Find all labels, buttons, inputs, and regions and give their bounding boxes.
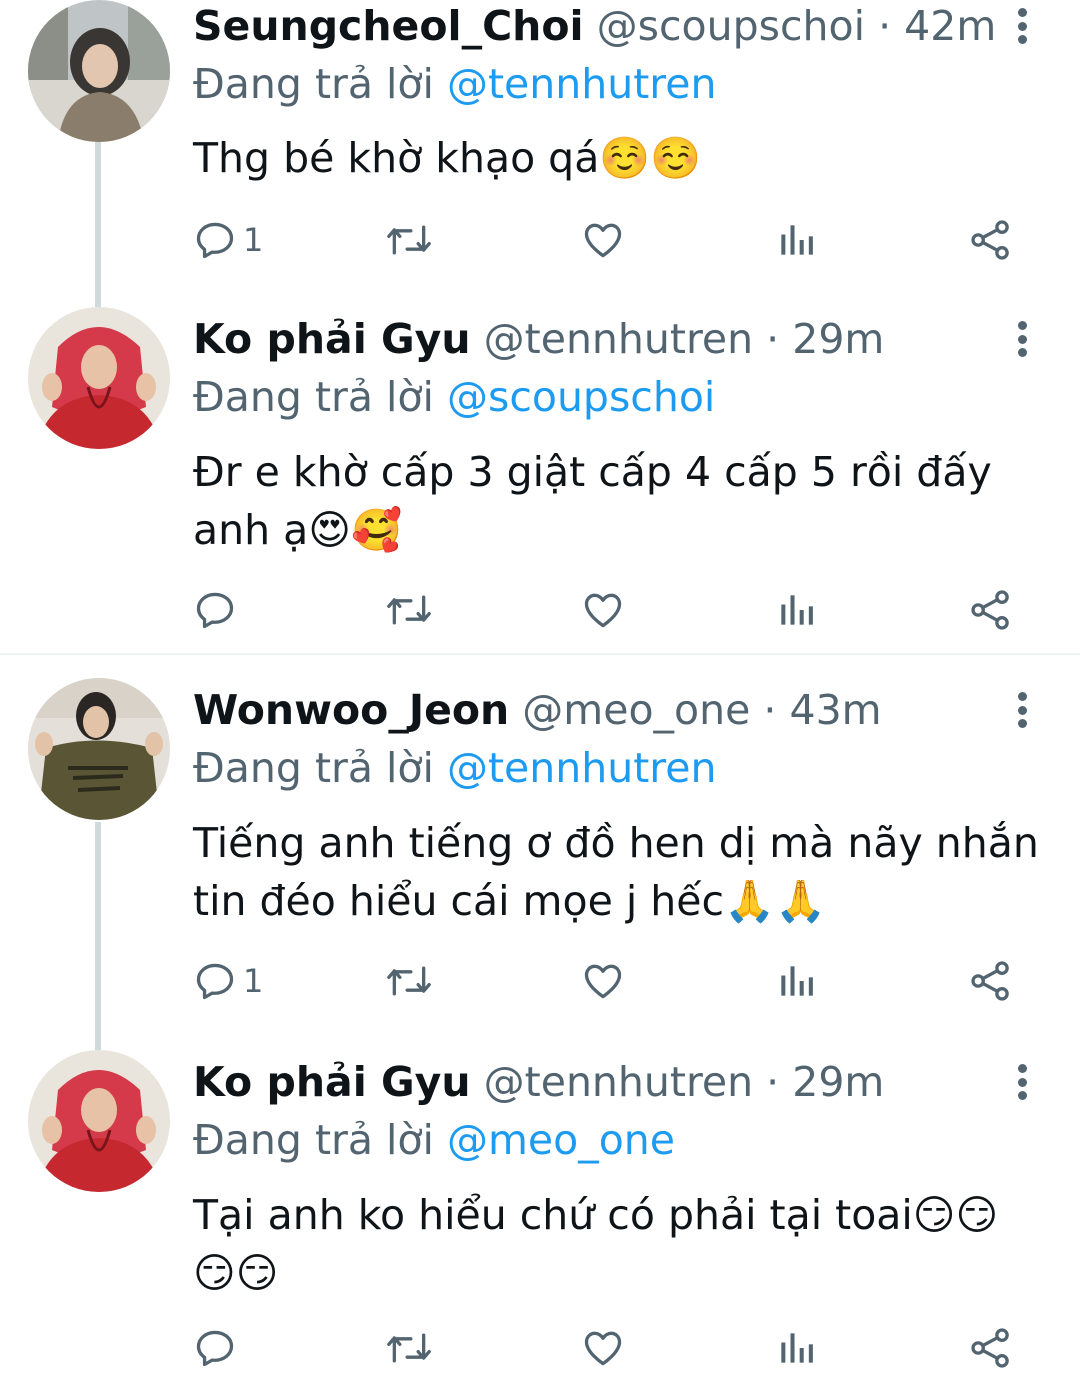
reply-count: 1: [243, 962, 264, 1000]
timestamp[interactable]: 29m: [792, 1058, 884, 1106]
avatar[interactable]: [28, 0, 170, 142]
tweet-text-line: Tại anh ko hiểu chứ có phải tại toai😏😏: [193, 1191, 999, 1239]
like-button[interactable]: [580, 1323, 626, 1373]
tweet-header: Seungcheol_Choi @scoupschoi · 42m: [193, 0, 1000, 52]
reply-count: 1: [243, 221, 264, 259]
tweet-text-line: Tiếng anh tiếng ơ đồ hen dị mà nãy nhắn: [193, 819, 1039, 867]
retweet-icon: [387, 966, 431, 996]
share-button[interactable]: [968, 215, 1014, 265]
reply-icon: [196, 592, 234, 629]
reply-mention-link[interactable]: @scoupschoi: [447, 373, 715, 421]
share-icon: [971, 220, 1009, 260]
reply-mention-link[interactable]: @tennhutren: [447, 60, 716, 108]
thread-divider: [0, 653, 1080, 655]
handle[interactable]: @meo_one: [522, 686, 750, 734]
views-button[interactable]: [774, 956, 818, 1006]
retweet-icon: [387, 595, 431, 625]
tweet-text: Tại anh ko hiểu chứ có phải tại toai😏😏 😏…: [193, 1186, 1043, 1302]
reply-button[interactable]: 1: [193, 956, 263, 1006]
tweet-text: Tiếng anh tiếng ơ đồ hen dị mà nãy nhắn …: [193, 814, 1043, 930]
avatar[interactable]: [28, 307, 170, 449]
reply-prefix: Đang trả lời: [193, 1116, 434, 1164]
reply-mention-link[interactable]: @meo_one: [447, 1116, 675, 1164]
share-button[interactable]: [968, 585, 1014, 635]
timestamp[interactable]: 42m: [904, 2, 996, 50]
reply-button[interactable]: [193, 585, 243, 635]
reply-context: Đang trả lời @scoupschoi: [193, 371, 715, 423]
more-vertical-icon[interactable]: [1005, 4, 1039, 48]
reply-prefix: Đang trả lời: [193, 744, 434, 792]
tweet-text: Đr e khờ cấp 3 giật cấp 4 cấp 5 rồi đấy …: [193, 443, 1043, 559]
views-button[interactable]: [774, 1323, 818, 1373]
tweet-header: Ko phải Gyu @tennhutren · 29m: [193, 313, 1000, 365]
display-name[interactable]: Wonwoo_Jeon: [193, 686, 509, 734]
reply-prefix: Đang trả lời: [193, 373, 434, 421]
views-button[interactable]: [774, 585, 818, 635]
more-vertical-icon[interactable]: [1005, 317, 1039, 361]
tweet-text-line: Đr e khờ cấp 3 giật cấp 4 cấp 5 rồi đấy: [193, 448, 992, 496]
thread-line: [95, 822, 101, 1050]
share-button[interactable]: [968, 956, 1014, 1006]
more-vertical-icon[interactable]: [1005, 1060, 1039, 1104]
reply-icon: [196, 1330, 234, 1367]
display-name[interactable]: Seungcheol_Choi: [193, 2, 584, 50]
tweet-header: Ko phải Gyu @tennhutren · 29m: [193, 1056, 1000, 1108]
separator: ·: [763, 686, 777, 734]
like-button[interactable]: [580, 956, 626, 1006]
avatar[interactable]: [28, 678, 170, 820]
views-icon: [781, 1333, 813, 1363]
handle[interactable]: @tennhutren: [484, 1058, 753, 1106]
retweet-button[interactable]: [385, 956, 433, 1006]
share-icon: [971, 590, 1009, 630]
retweet-button[interactable]: [385, 215, 433, 265]
tweet-text-line: 😏😏: [193, 1249, 279, 1297]
display-name[interactable]: Ko phải Gyu: [193, 315, 471, 363]
tweet-text: Thg bé khờ khạo qá☺️☺️: [193, 129, 1043, 187]
reply-icon: [196, 222, 234, 259]
reply-mention-link[interactable]: @tennhutren: [447, 744, 716, 792]
action-bar: 1: [0, 215, 1080, 265]
views-icon: [781, 966, 813, 996]
tweet-text-line: Thg bé khờ khạo qá☺️☺️: [193, 134, 702, 182]
reply-prefix: Đang trả lời: [193, 60, 434, 108]
separator: ·: [766, 1058, 780, 1106]
handle[interactable]: @tennhutren: [484, 315, 753, 363]
display-name[interactable]: Ko phải Gyu: [193, 1058, 471, 1106]
share-button[interactable]: [968, 1323, 1014, 1373]
retweet-icon: [387, 225, 431, 255]
reply-context: Đang trả lời @tennhutren: [193, 742, 716, 794]
reply-button[interactable]: 1: [193, 215, 263, 265]
like-button[interactable]: [580, 215, 626, 265]
separator: ·: [878, 2, 892, 50]
heart-icon: [584, 1331, 622, 1366]
views-icon: [781, 595, 813, 625]
views-icon: [781, 225, 813, 255]
action-bar: 1: [0, 956, 1080, 1006]
retweet-icon: [387, 1333, 431, 1363]
reply-context: Đang trả lời @tennhutren: [193, 58, 716, 110]
timestamp[interactable]: 29m: [792, 315, 884, 363]
like-button[interactable]: [580, 585, 626, 635]
reply-context: Đang trả lời @meo_one: [193, 1114, 675, 1166]
tweet-text-line: anh ạ😍🥰: [193, 506, 403, 554]
views-button[interactable]: [774, 215, 818, 265]
share-icon: [971, 1328, 1009, 1368]
tweet-header: Wonwoo_Jeon @meo_one · 43m: [193, 684, 1000, 736]
retweet-button[interactable]: [385, 585, 433, 635]
heart-icon: [584, 223, 622, 258]
avatar[interactable]: [28, 1050, 170, 1192]
reply-button[interactable]: [193, 1323, 243, 1373]
heart-icon: [584, 964, 622, 999]
separator: ·: [766, 315, 780, 363]
timestamp[interactable]: 43m: [789, 686, 881, 734]
action-bar: [0, 585, 1080, 635]
reply-icon: [196, 963, 234, 1000]
share-icon: [971, 961, 1009, 1001]
action-bar: [0, 1323, 1080, 1373]
tweet-text-line: tin đéo hiểu cái mọe j hếc🙏🙏: [193, 877, 827, 925]
retweet-button[interactable]: [385, 1323, 433, 1373]
handle[interactable]: @scoupschoi: [597, 2, 865, 50]
heart-icon: [584, 593, 622, 628]
more-vertical-icon[interactable]: [1005, 688, 1039, 732]
